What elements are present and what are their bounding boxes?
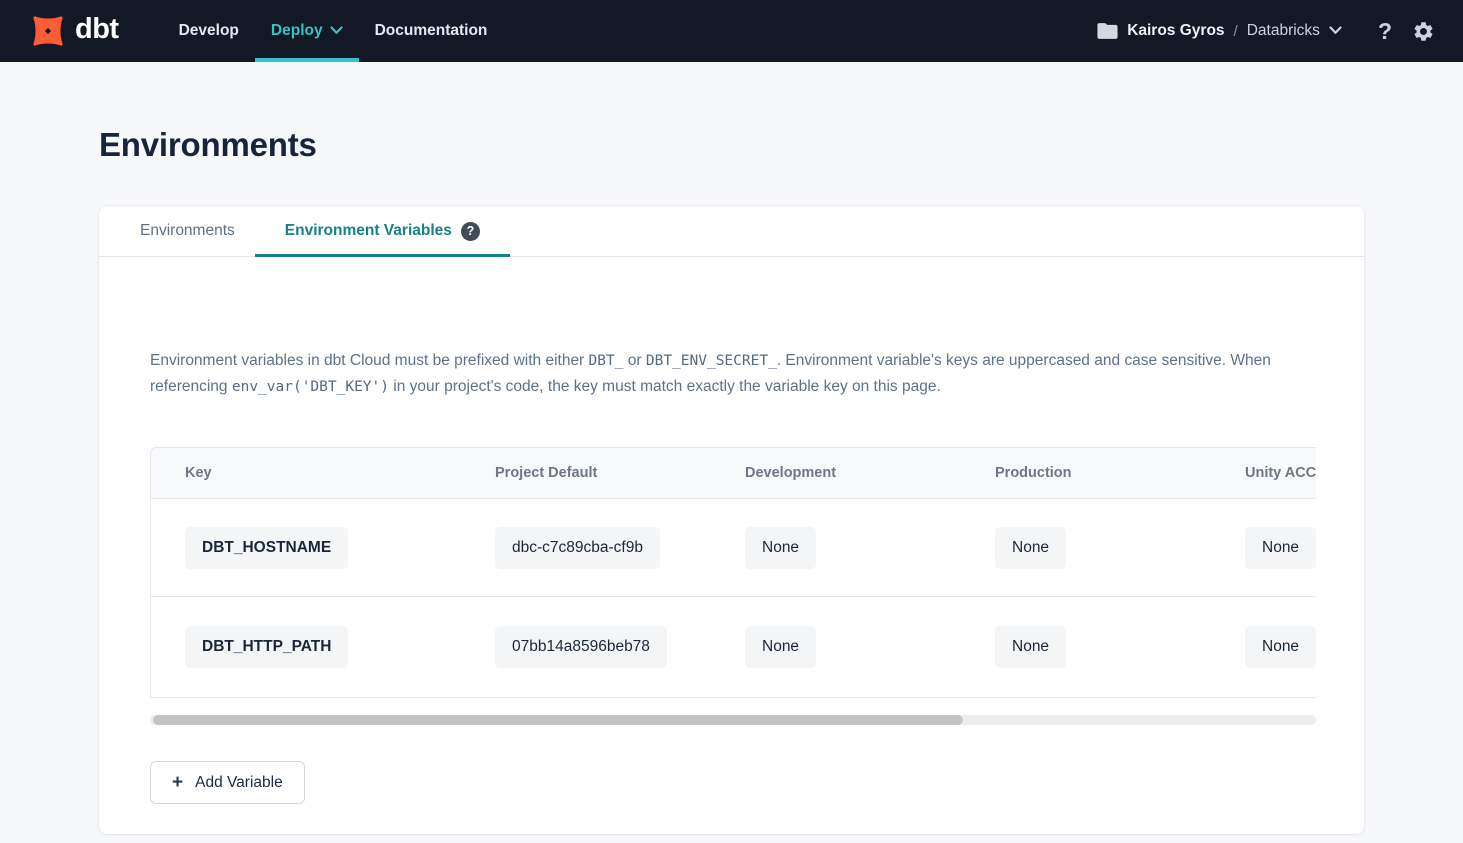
page-title: Environments: [99, 126, 1364, 164]
plus-icon: +: [172, 773, 183, 792]
add-variable-button[interactable]: + Add Variable: [150, 761, 305, 804]
page-body: Environments Environments Environment Va…: [0, 126, 1463, 834]
tab-environment-variables[interactable]: Environment Variables ?: [255, 206, 510, 256]
navbar-right: Kairos Gyros / Databricks ?: [1097, 0, 1435, 62]
help-icon[interactable]: ?: [1378, 20, 1392, 43]
column-header-project-default: Project Default: [461, 465, 711, 481]
column-header-production: Production: [961, 465, 1211, 481]
variable-key-cell[interactable]: DBT_HOSTNAME: [185, 527, 348, 569]
code-dbt-prefix: DBT_: [589, 353, 624, 369]
account-name: Kairos Gyros: [1127, 22, 1224, 40]
column-header-development: Development: [711, 465, 961, 481]
development-cell[interactable]: None: [745, 527, 816, 569]
gear-icon[interactable]: [1412, 20, 1435, 43]
description-text: Environment variables in dbt Cloud must …: [150, 348, 1318, 400]
production-cell[interactable]: None: [995, 626, 1066, 668]
nav-item-documentation[interactable]: Documentation: [359, 0, 504, 62]
environments-card: Environments Environment Variables ? Env…: [99, 206, 1364, 834]
development-cell[interactable]: None: [745, 626, 816, 668]
unity-acc-cell[interactable]: None: [1245, 626, 1316, 668]
project-default-cell[interactable]: dbc-c7c89cba-cf9b: [495, 527, 660, 569]
table-row: DBT_HTTP_PATH 07bb14a8596beb78 None None…: [151, 596, 1316, 697]
column-header-unity-acc: Unity ACC: [1211, 465, 1316, 481]
env-variables-table-viewport: Key Project Default Development Producti…: [150, 447, 1316, 698]
nav-item-deploy[interactable]: Deploy: [255, 0, 359, 62]
dbt-logo-text: dbt: [75, 15, 119, 48]
chevron-down-icon: [330, 22, 343, 40]
chevron-down-icon: [1329, 22, 1342, 40]
column-header-key: Key: [151, 465, 461, 481]
horizontal-scrollbar-thumb[interactable]: [153, 715, 963, 725]
dbt-logo-icon: [28, 11, 68, 51]
tab-environments[interactable]: Environments: [120, 206, 255, 256]
dbt-logo[interactable]: dbt: [28, 0, 119, 62]
tab-bar: Environments Environment Variables ?: [99, 206, 1364, 257]
production-cell[interactable]: None: [995, 527, 1066, 569]
breadcrumb-separator: /: [1234, 23, 1238, 40]
env-variables-table: Key Project Default Development Producti…: [150, 447, 1316, 698]
variable-key-cell[interactable]: DBT_HTTP_PATH: [185, 626, 348, 668]
code-env-var-example: env_var('DBT_KEY'): [232, 379, 389, 395]
table-header-row: Key Project Default Development Producti…: [151, 448, 1316, 499]
table-row: DBT_HOSTNAME dbc-c7c89cba-cf9b None None…: [151, 499, 1316, 596]
project-switcher[interactable]: Kairos Gyros / Databricks: [1097, 22, 1342, 40]
unity-acc-cell[interactable]: None: [1245, 527, 1316, 569]
project-default-cell[interactable]: 07bb14a8596beb78: [495, 626, 667, 668]
help-circle-icon[interactable]: ?: [461, 222, 480, 241]
horizontal-scrollbar-track[interactable]: [150, 715, 1316, 725]
tab-content: Environment variables in dbt Cloud must …: [99, 348, 1364, 804]
nav-item-develop[interactable]: Develop: [163, 0, 255, 62]
project-name: Databricks: [1247, 22, 1320, 40]
main-nav: Develop Deploy Documentation: [163, 0, 504, 62]
folder-icon: [1097, 22, 1118, 40]
add-variable-label: Add Variable: [195, 774, 283, 792]
code-dbt-env-secret-prefix: DBT_ENV_SECRET_: [646, 353, 777, 369]
top-navbar: dbt Develop Deploy Documentation Kairos …: [0, 0, 1463, 62]
